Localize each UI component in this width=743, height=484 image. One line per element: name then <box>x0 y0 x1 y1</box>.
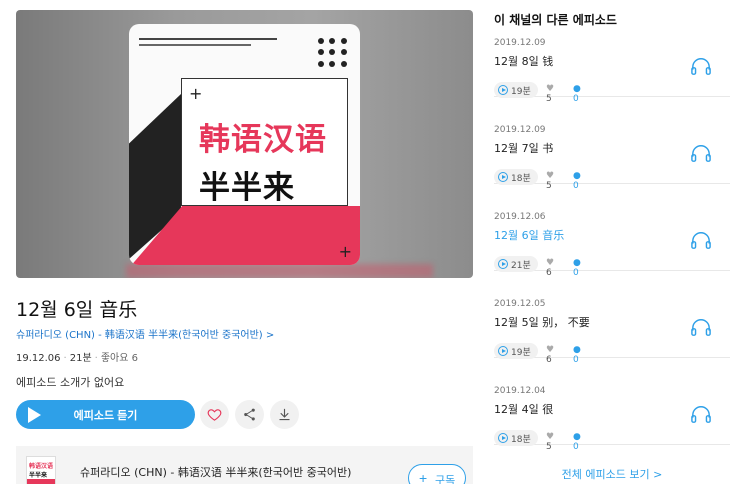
artwork-blur-decoration <box>126 264 433 278</box>
episode-list-item[interactable]: 2019.12.05 12월 5일 别， 不要 19분 ♥ 6 ● 0 <box>494 271 730 365</box>
cover-title-line1: 韩语汉语 <box>199 122 327 158</box>
episode-list-item[interactable]: 2019.12.09 12월 8일 钱 19분 ♥ 5 ● 0 <box>494 10 730 104</box>
comment-icon: ● <box>573 258 581 268</box>
likes-count: 5 <box>546 442 552 452</box>
episode-item-likes: ♥ 5 <box>546 432 554 452</box>
episode-item-duration[interactable]: 18분 <box>494 430 538 446</box>
episode-duration: 21분 <box>69 353 92 364</box>
comment-icon: ● <box>573 345 581 355</box>
heart-icon: ♥ <box>546 432 555 442</box>
episode-item-date: 2019.12.06 <box>494 212 546 222</box>
thumb-title-line2: 半半来 <box>29 472 48 479</box>
headphones-icon[interactable] <box>690 56 712 76</box>
episode-item-comments: ● 0 <box>573 432 581 452</box>
episode-likes: 좋아요 6 <box>100 353 138 364</box>
episode-description: 에피소드 소개가 없어요 <box>16 376 125 389</box>
episode-item-duration[interactable]: 19분 <box>494 82 538 98</box>
episode-date: 19.12.06 <box>16 353 61 364</box>
channel-name[interactable]: 슈퍼라디오 (CHN) - 韩语汉语 半半来(한국어반 중국어반) <box>80 464 351 480</box>
episode-item-title[interactable]: 12월 6일 音乐 <box>494 227 564 243</box>
heart-icon: ♥ <box>546 171 555 181</box>
episode-item-date: 2019.12.09 <box>494 38 546 48</box>
channel-link[interactable]: 슈퍼라디오 (CHN) - 韩语汉语 半半来(한국어반 중국어반) > <box>16 326 274 341</box>
all-episodes-link[interactable]: 전체 에피소드 보기 > <box>494 466 730 482</box>
comment-icon: ● <box>573 432 581 442</box>
share-icon <box>244 408 255 421</box>
play-circle-icon <box>498 259 508 269</box>
episode-item-duration[interactable]: 18분 <box>494 169 538 185</box>
plus-icon: + <box>338 242 352 261</box>
cover-art: + + 韩语汉语 半半来 <box>129 24 360 265</box>
heart-icon: ♥ <box>546 258 555 268</box>
episode-item-duration[interactable]: 19분 <box>494 343 538 359</box>
play-circle-icon <box>498 172 508 182</box>
episode-item-title[interactable]: 12월 8일 钱 <box>494 53 553 69</box>
duration-text: 18분 <box>511 174 531 184</box>
headphones-icon[interactable] <box>690 404 712 424</box>
cover-title-line2: 半半来 <box>199 170 295 206</box>
plus-icon: + <box>189 84 203 103</box>
play-circle-icon <box>498 433 508 443</box>
episode-item-date: 2019.12.09 <box>494 125 546 135</box>
play-circle-icon <box>498 346 508 356</box>
duration-text: 19분 <box>511 87 531 97</box>
episode-item-date: 2019.12.05 <box>494 299 546 309</box>
episode-item-duration[interactable]: 21분 <box>494 256 538 272</box>
episode-list-item[interactable]: 2019.12.09 12월 7일 书 18분 ♥ 5 ● 0 <box>494 97 730 191</box>
channel-bar: 韩语汉语 半半来 슈퍼라디오 (CHN) - 韩语汉语 半半来(한국어반 중국어… <box>16 446 473 484</box>
heart-icon: ♥ <box>546 345 555 355</box>
share-button[interactable] <box>235 400 264 429</box>
plus-icon: + <box>419 470 428 484</box>
play-circle-icon <box>498 85 508 95</box>
headphones-icon[interactable] <box>690 317 712 337</box>
cover-line <box>139 44 251 46</box>
episode-item-title[interactable]: 12월 7일 书 <box>494 140 553 156</box>
episode-title: 12월 6일 音乐 <box>16 299 138 321</box>
episode-list-item[interactable]: 2019.12.06 12월 6일 音乐 21분 ♥ 6 ● 0 <box>494 184 730 278</box>
download-button[interactable] <box>270 400 299 429</box>
duration-text: 19분 <box>511 348 531 358</box>
episode-item-date: 2019.12.04 <box>494 386 546 396</box>
headphones-icon[interactable] <box>690 230 712 250</box>
comments-count: 0 <box>573 442 579 452</box>
like-button[interactable] <box>200 400 229 429</box>
listen-label: 에피소드 듣기 <box>73 410 138 422</box>
listen-episode-button[interactable]: 에피소드 듣기 <box>16 400 195 429</box>
subscribe-button[interactable]: + 구독 <box>408 464 466 484</box>
episode-item-title[interactable]: 12월 5일 别， 不要 <box>494 314 590 330</box>
thumb-title-line1: 韩语汉语 <box>29 463 54 470</box>
heart-icon: ♥ <box>546 84 555 94</box>
channel-thumbnail[interactable]: 韩语汉语 半半来 <box>26 456 56 484</box>
comment-icon: ● <box>573 171 581 181</box>
duration-text: 21분 <box>511 261 531 271</box>
subscribe-label: 구독 <box>435 475 456 484</box>
episode-meta: 19.12.06 · 21분 · 좋아요 6 <box>16 353 138 364</box>
cover-line <box>139 38 277 40</box>
download-icon <box>279 408 290 421</box>
episode-item-title[interactable]: 12월 4일 很 <box>494 401 553 417</box>
comment-icon: ● <box>573 84 581 94</box>
headphones-icon[interactable] <box>690 143 712 163</box>
episode-artwork: + + 韩语汉语 半半来 <box>16 10 473 278</box>
cover-dots <box>318 38 348 68</box>
heart-icon <box>207 409 222 421</box>
episode-list-item[interactable]: 2019.12.04 12월 4일 很 18분 ♥ 5 ● 0 <box>494 358 730 452</box>
thumb-decoration <box>27 479 55 484</box>
duration-text: 18분 <box>511 435 531 445</box>
